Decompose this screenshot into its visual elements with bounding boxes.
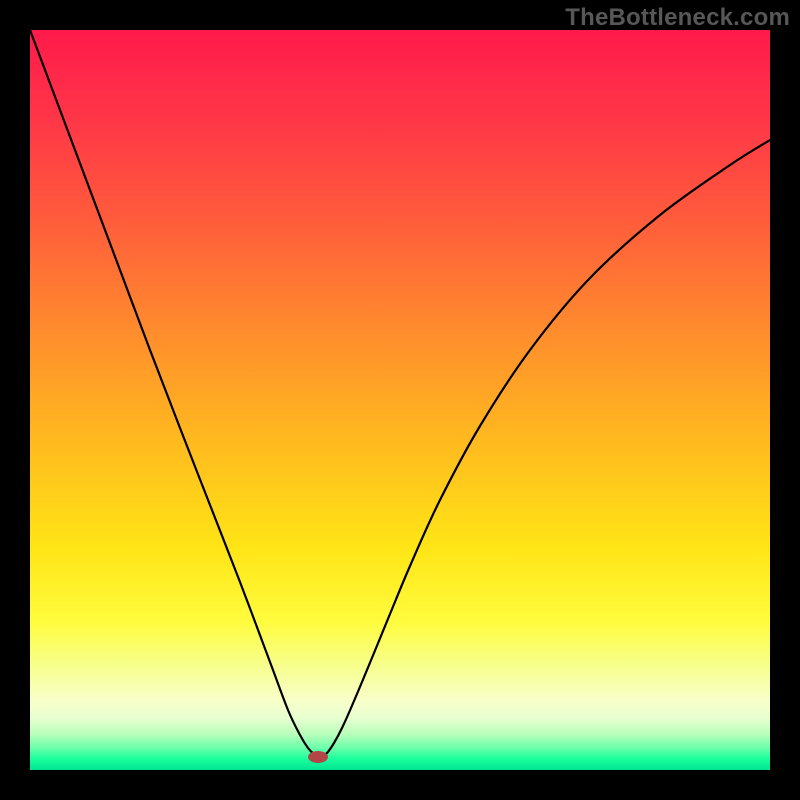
chart-svg <box>30 30 770 770</box>
chart-frame: TheBottleneck.com <box>0 0 800 800</box>
watermark-text: TheBottleneck.com <box>565 4 790 32</box>
plot-area <box>30 30 770 770</box>
gradient-background <box>30 30 770 770</box>
optimal-marker <box>308 751 328 763</box>
